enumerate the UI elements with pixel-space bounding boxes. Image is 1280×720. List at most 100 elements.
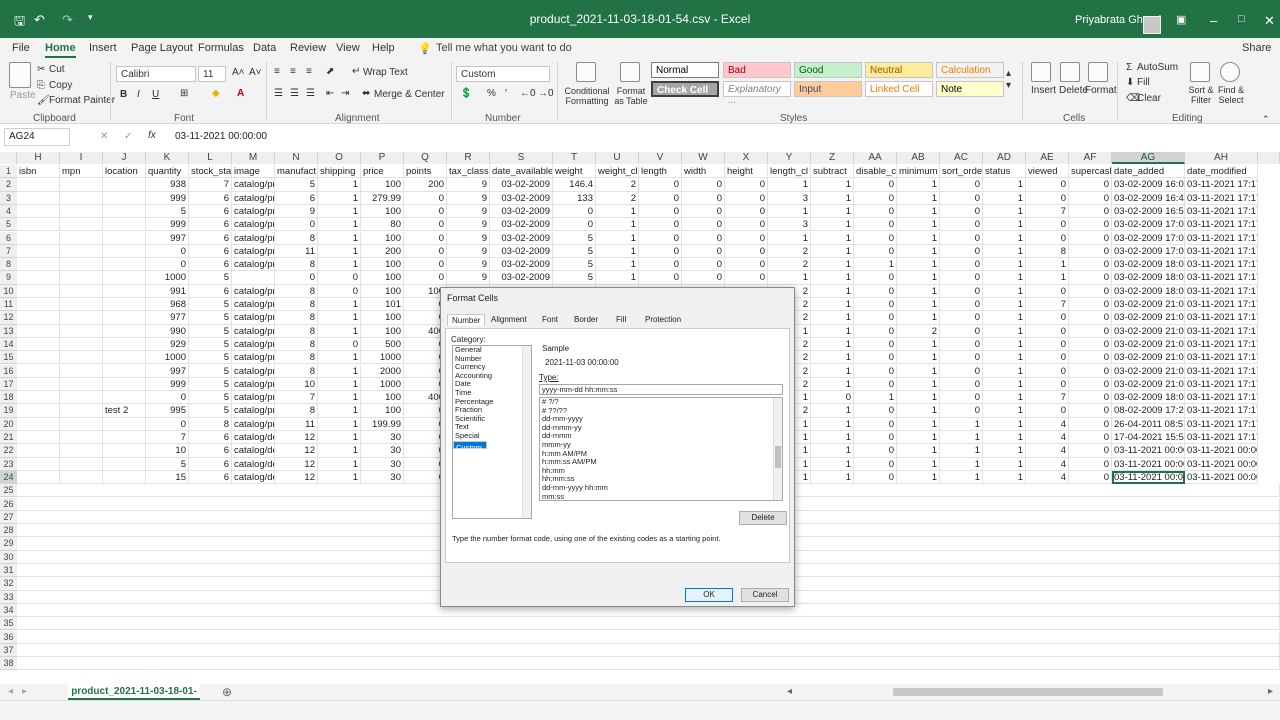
- table-cell[interactable]: 991: [146, 284, 189, 298]
- table-cell[interactable]: 1: [897, 284, 940, 298]
- table-cell[interactable]: 0: [854, 204, 897, 219]
- header-cell[interactable]: date_added: [1112, 165, 1185, 179]
- table-cell[interactable]: 0: [940, 324, 983, 338]
- table-cell[interactable]: [103, 431, 146, 445]
- table-cell[interactable]: 4: [1026, 470, 1069, 485]
- column-header[interactable]: AE: [1026, 152, 1069, 164]
- table-cell[interactable]: 146.4: [553, 178, 596, 192]
- table-cell[interactable]: 1: [811, 377, 854, 392]
- format-as-table-button[interactable]: Format as Table: [612, 86, 650, 106]
- table-cell[interactable]: 100: [361, 324, 404, 338]
- tab-page-layout[interactable]: Page Layout: [131, 42, 193, 54]
- table-cell[interactable]: [60, 298, 103, 312]
- table-cell[interactable]: 100: [361, 284, 404, 298]
- row-header[interactable]: 3: [0, 191, 17, 205]
- table-cell[interactable]: 30: [361, 457, 404, 471]
- table-cell[interactable]: 9: [447, 231, 490, 245]
- table-cell[interactable]: 1: [811, 457, 854, 471]
- table-cell[interactable]: 0: [725, 244, 768, 259]
- type-item[interactable]: h:mm:ss AM/PM: [540, 458, 782, 467]
- header-cell[interactable]: weight: [553, 165, 596, 179]
- table-cell[interactable]: 1: [940, 417, 983, 431]
- format-icon[interactable]: [1088, 62, 1108, 82]
- table-cell[interactable]: 0: [1026, 404, 1069, 418]
- table-cell[interactable]: 0: [854, 244, 897, 259]
- table-cell[interactable]: test 2: [103, 404, 146, 418]
- table-cell[interactable]: [103, 271, 146, 285]
- row-header[interactable]: 13: [0, 324, 17, 338]
- cancel-button[interactable]: Cancel: [741, 588, 789, 602]
- table-cell[interactable]: 1: [318, 457, 361, 471]
- table-cell[interactable]: 1: [897, 431, 940, 445]
- table-cell[interactable]: 1: [983, 470, 1026, 485]
- table-cell[interactable]: 101: [361, 298, 404, 312]
- table-cell[interactable]: [17, 377, 60, 392]
- cell-style-normal[interactable]: Normal: [651, 62, 719, 78]
- table-cell[interactable]: 03-02-2009: [490, 178, 553, 192]
- table-cell[interactable]: 0: [1069, 404, 1112, 418]
- table-cell[interactable]: [103, 178, 146, 192]
- table-cell[interactable]: 0: [1069, 204, 1112, 219]
- table-cell[interactable]: catalog/pr: [232, 324, 275, 338]
- table-cell[interactable]: 7: [1026, 298, 1069, 312]
- table-cell[interactable]: 03-11-2021 17:17: [1185, 218, 1258, 232]
- table-cell[interactable]: 1: [897, 351, 940, 365]
- row-header[interactable]: 34: [0, 603, 17, 618]
- table-cell[interactable]: 1: [983, 431, 1026, 445]
- header-cell[interactable]: price: [361, 165, 404, 179]
- table-cell[interactable]: [103, 258, 146, 272]
- column-header[interactable]: M: [232, 152, 275, 164]
- table-cell[interactable]: 12: [275, 470, 318, 485]
- column-header[interactable]: S: [490, 152, 553, 164]
- table-cell[interactable]: 03-02-2009: [490, 231, 553, 245]
- table-cell[interactable]: 0: [725, 178, 768, 192]
- column-header[interactable]: AC: [940, 152, 983, 164]
- table-cell[interactable]: 0: [811, 391, 854, 405]
- header-cell[interactable]: length: [639, 165, 682, 179]
- table-cell[interactable]: 0: [940, 377, 983, 392]
- table-cell[interactable]: 0: [854, 377, 897, 392]
- align-center-icon[interactable]: ☰: [290, 88, 299, 99]
- table-cell[interactable]: 2: [897, 324, 940, 338]
- table-cell[interactable]: 1: [811, 218, 854, 232]
- table-cell[interactable]: 03-02-2009 21:07: [1112, 324, 1185, 338]
- table-cell[interactable]: 0: [682, 204, 725, 219]
- decrease-decimal-icon[interactable]: →0: [538, 88, 554, 99]
- table-cell[interactable]: 1: [768, 271, 811, 285]
- tab-alignment[interactable]: Alignment: [491, 315, 527, 324]
- table-cell[interactable]: 0: [725, 218, 768, 232]
- table-cell[interactable]: 0: [1069, 258, 1112, 272]
- table-cell[interactable]: 03-02-2009 21:07: [1112, 337, 1185, 352]
- header-cell[interactable]: width: [682, 165, 725, 179]
- header-cell[interactable]: date_modified: [1185, 165, 1258, 179]
- table-cell[interactable]: 0: [404, 271, 447, 285]
- row-header[interactable]: 1: [0, 165, 17, 179]
- insert-function-icon[interactable]: fx: [148, 130, 156, 141]
- table-cell[interactable]: catalog/pr: [232, 284, 275, 298]
- table-cell[interactable]: 1: [983, 417, 1026, 431]
- table-cell[interactable]: 8: [1026, 244, 1069, 259]
- table-cell[interactable]: 6: [189, 258, 232, 272]
- header-cell[interactable]: location: [103, 165, 146, 179]
- table-cell[interactable]: 6: [189, 244, 232, 259]
- table-cell[interactable]: 0: [725, 191, 768, 205]
- table-cell[interactable]: 1: [983, 391, 1026, 405]
- table-cell[interactable]: 1: [983, 337, 1026, 352]
- table-cell[interactable]: 500: [361, 337, 404, 352]
- table-cell[interactable]: 0: [854, 311, 897, 325]
- table-cell[interactable]: 1: [897, 258, 940, 272]
- table-cell[interactable]: [60, 431, 103, 445]
- table-cell[interactable]: catalog/pr: [232, 377, 275, 392]
- table-cell[interactable]: 0: [940, 204, 983, 219]
- bottom-align-icon[interactable]: ≡: [306, 66, 312, 77]
- table-cell[interactable]: 30: [361, 444, 404, 458]
- table-cell[interactable]: 0: [1026, 311, 1069, 325]
- header-cell[interactable]: points: [404, 165, 447, 179]
- row-header[interactable]: 2: [0, 178, 17, 192]
- row-header[interactable]: 6: [0, 231, 17, 245]
- table-cell[interactable]: 5: [553, 231, 596, 245]
- table-cell[interactable]: 03-02-2009 16:42: [1112, 191, 1185, 205]
- table-cell[interactable]: 0: [854, 417, 897, 431]
- table-cell[interactable]: 1: [983, 178, 1026, 192]
- confirm-entry-icon[interactable]: ✓: [124, 131, 132, 142]
